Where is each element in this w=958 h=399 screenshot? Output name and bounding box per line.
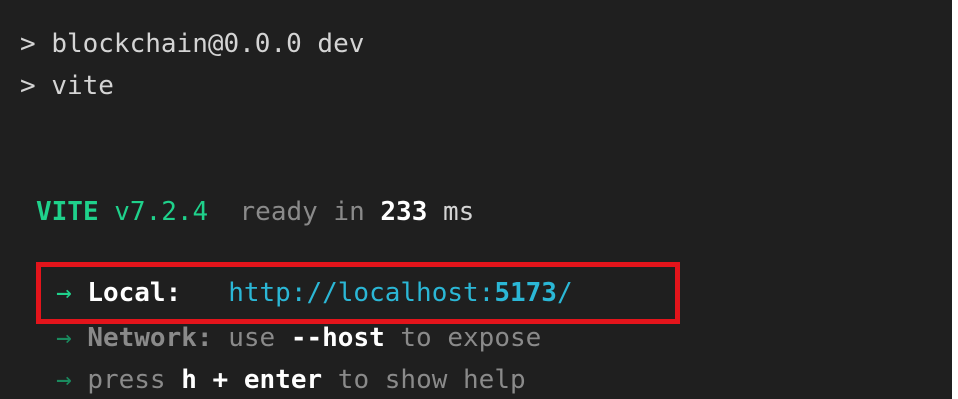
vite-version: v7.2.4 [114, 197, 209, 227]
arrow-right-icon: → [56, 365, 72, 395]
network-use-text: use [228, 323, 276, 353]
command-line: > vite [20, 69, 114, 103]
vite-ready-line: VITE v7.2.4 ready in 233 ms [36, 195, 474, 229]
terminal-output: > blockchain@0.0.0 dev > vite VITE v7.2.… [0, 0, 958, 399]
help-line: → press h + enter to show help [56, 363, 526, 397]
npm-script-line: > blockchain@0.0.0 dev [20, 27, 364, 61]
network-expose-text: to expose [400, 323, 542, 353]
network-line: → Network: use --host to expose [56, 321, 541, 355]
arrow-right-icon: → [56, 323, 72, 353]
help-rest-text: to show help [337, 365, 526, 395]
ready-time-unit: ms [443, 197, 475, 227]
network-label: Network: [87, 323, 213, 353]
npm-script-text: blockchain@0.0.0 dev [51, 29, 365, 59]
highlight-box [36, 262, 680, 324]
ready-time-value: 233 [380, 197, 428, 227]
command-text: vite [51, 71, 114, 101]
ready-text: ready in [239, 197, 365, 227]
prompt-symbol: > [20, 29, 36, 59]
help-press-text: press [87, 365, 166, 395]
help-key: h + enter [181, 365, 323, 395]
network-host-flag: --host [290, 323, 385, 353]
prompt-symbol: > [20, 71, 36, 101]
vite-name: VITE [36, 197, 99, 227]
